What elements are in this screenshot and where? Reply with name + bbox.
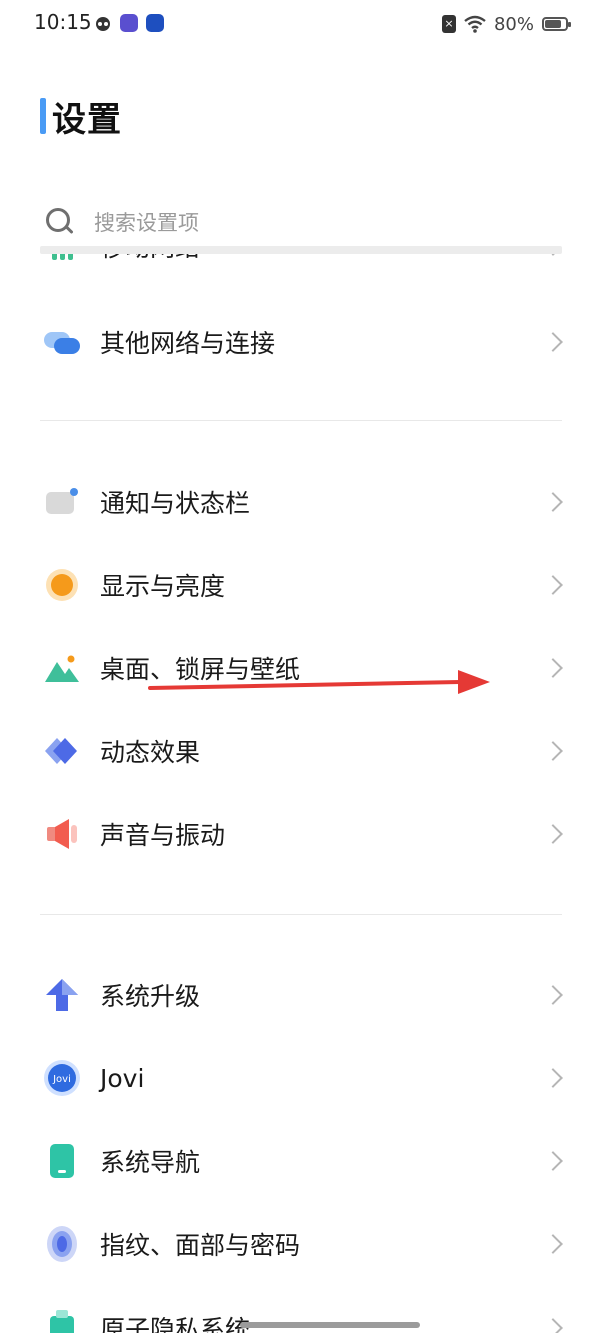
privacy-icon — [40, 1306, 84, 1333]
settings-row-label: 动态效果 — [100, 738, 201, 767]
page-title: 设置 — [52, 99, 122, 140]
chevron-right-icon — [543, 1068, 563, 1088]
jovi-icon-text: Jovi — [52, 1074, 71, 1085]
chevron-right-icon — [543, 741, 563, 761]
settings-row-jovi[interactable]: Jovi Jovi — [40, 1048, 563, 1108]
settings-row-label: Jovi — [100, 1063, 145, 1093]
page-header: 设置 — [40, 96, 122, 140]
search-placeholder: 搜索设置项 — [94, 211, 199, 235]
system-navigation-icon — [40, 1139, 84, 1183]
chevron-right-icon — [543, 985, 563, 1005]
chevron-right-icon — [543, 824, 563, 844]
animation-icon — [40, 729, 84, 773]
wifi-icon — [464, 15, 486, 33]
chevron-right-icon — [543, 1151, 563, 1171]
settings-row-mobile-network[interactable]: 移动网络 — [40, 254, 563, 276]
annotation-arrow-icon — [148, 670, 490, 694]
title-accent-bar — [40, 98, 46, 134]
settings-row-fingerprint[interactable]: 指纹、面部与密码 — [40, 1214, 563, 1274]
settings-row-system-upgrade[interactable]: 系统升级 — [40, 965, 563, 1025]
battery-icon — [542, 17, 571, 31]
chevron-right-icon — [543, 332, 563, 352]
jovi-icon: Jovi — [40, 1056, 84, 1100]
fingerprint-icon — [40, 1222, 84, 1266]
battery-level — [545, 20, 561, 28]
home-indicator[interactable] — [240, 1322, 420, 1328]
sound-icon — [40, 812, 84, 856]
chevron-right-icon — [543, 1318, 563, 1333]
settings-row-label: 原子隐私系统 — [100, 1315, 251, 1333]
app-notification-icon — [94, 14, 112, 32]
settings-row-label: 系统导航 — [100, 1148, 201, 1177]
chevron-right-icon — [543, 1234, 563, 1254]
chevron-right-icon — [543, 254, 563, 256]
display-brightness-icon — [40, 563, 84, 607]
search-icon — [46, 208, 74, 236]
status-indicators: × 80% — [441, 12, 571, 36]
settings-row-label: 其他网络与连接 — [100, 329, 276, 358]
battery-percentage: 80% — [493, 13, 534, 35]
search-input[interactable]: 搜索设置项 — [40, 196, 560, 248]
notification-icon — [40, 480, 84, 524]
chevron-right-icon — [543, 492, 563, 512]
settings-row-notifications[interactable]: 通知与状态栏 — [40, 472, 563, 532]
chevron-right-icon — [543, 658, 563, 678]
section-divider — [40, 420, 562, 421]
settings-row-label: 指纹、面部与密码 — [100, 1231, 301, 1260]
status-time: 10:15 — [34, 10, 92, 34]
settings-row-navigation[interactable]: 系统导航 — [40, 1131, 563, 1191]
settings-row-label: 系统升级 — [100, 982, 201, 1011]
settings-row-label: 声音与振动 — [100, 821, 226, 850]
search-divider — [40, 246, 562, 254]
settings-row-label: 通知与状态栏 — [100, 489, 251, 518]
settings-row-label: 显示与亮度 — [100, 572, 226, 601]
settings-row-animations[interactable]: 动态效果 — [40, 721, 563, 781]
status-bar: 10:15 × 80% — [0, 0, 600, 48]
system-upgrade-icon — [40, 973, 84, 1017]
network-connections-icon — [40, 320, 84, 364]
wallpaper-icon — [40, 646, 84, 690]
app-notification-icon — [146, 14, 164, 32]
section-divider — [40, 914, 562, 915]
app-notification-icon — [120, 14, 138, 32]
no-sim-icon: × — [441, 15, 456, 33]
chevron-right-icon — [543, 575, 563, 595]
settings-row-label: 移动网络 — [100, 254, 200, 264]
settings-row-display[interactable]: 显示与亮度 — [40, 555, 563, 615]
settings-row-other-networks[interactable]: 其他网络与连接 — [40, 312, 563, 372]
list-clip-top: 移动网络 — [0, 254, 600, 276]
settings-row-sound[interactable]: 声音与振动 — [40, 804, 563, 864]
mobile-network-icon — [40, 254, 84, 268]
